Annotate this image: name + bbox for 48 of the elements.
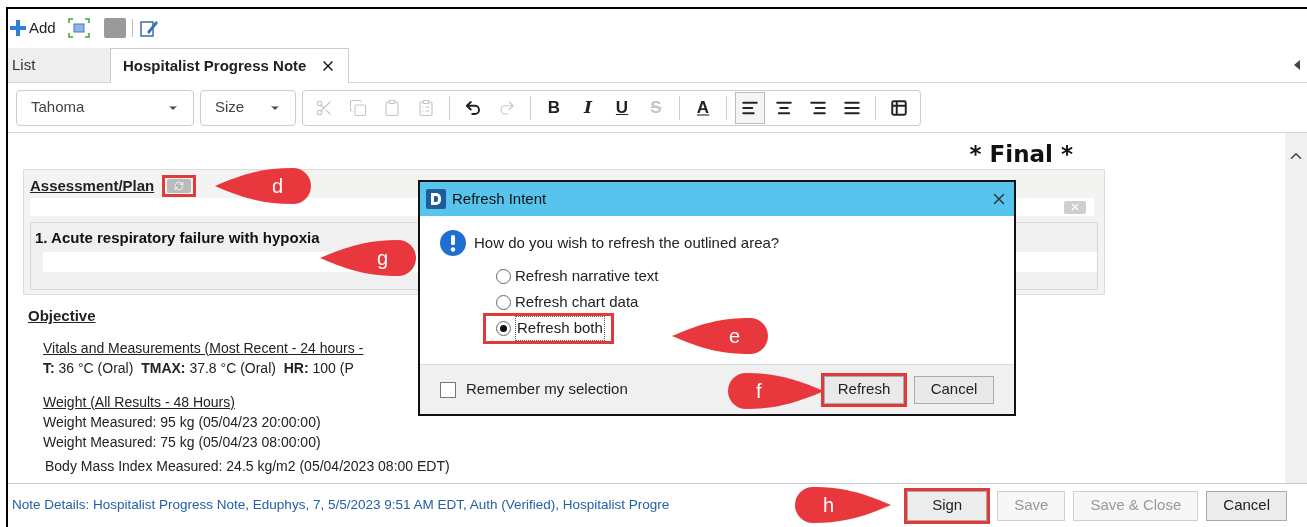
screen-icon[interactable] (67, 18, 90, 38)
callout-marker: h (795, 487, 891, 523)
scrollbar[interactable] (1285, 133, 1307, 483)
callout-marker: d (215, 168, 311, 204)
measurement-line: Weight Measured: 95 kg (05/04/23 20:00:00) (43, 412, 321, 432)
measurement-line: Body Mass Index Measured: 24.5 kg/m2 (05/04/2023 08:00 EDT) (44, 456, 450, 476)
tab[interactable]: List (8, 48, 110, 82)
group-heading: Weight (All Results - 48 Hours) (43, 392, 235, 412)
checkbox-label: Remember my selection (466, 379, 628, 400)
align-left-icon[interactable] (735, 91, 765, 124)
dialog-button[interactable]: Refresh (824, 375, 904, 404)
section-heading: Assessment/Plan (30, 175, 155, 196)
add-button[interactable]: Add (10, 16, 56, 40)
radio-button[interactable] (496, 269, 511, 284)
square-icon[interactable] (103, 18, 126, 38)
plus-icon (10, 20, 26, 36)
callout-marker: f (728, 373, 824, 409)
note-status: * Final * (969, 140, 1073, 169)
callout-marker: e (672, 318, 768, 354)
dialog-title: Refresh Intent (452, 188, 548, 209)
radio-option[interactable]: Refresh narrative text (496, 264, 659, 289)
callout-marker: g (320, 240, 416, 276)
format-button[interactable]: I (573, 91, 603, 124)
format-button[interactable]: A (688, 91, 718, 124)
info-icon (440, 230, 466, 256)
format-button[interactable]: B (539, 91, 569, 124)
dialog-button[interactable]: Cancel (914, 375, 994, 404)
radio-button[interactable] (496, 321, 511, 336)
collapse-arrow-icon[interactable] (1293, 60, 1301, 70)
tab[interactable]: Hospitalist Progress Note (110, 48, 350, 83)
app-logo-icon (426, 189, 446, 209)
cancel-button[interactable]: Cancel (1206, 490, 1287, 521)
font-dropdown[interactable]: Tahoma (16, 89, 194, 126)
radio-option[interactable]: Refresh chart data (496, 290, 639, 315)
format-button[interactable]: U (607, 91, 637, 124)
problem-title: 1. Acute respiratory failure with hypoxia (35, 228, 320, 248)
radio-button[interactable] (496, 295, 511, 310)
note-details: Note Details: Hospitalist Progress Note, Eduphys, 7, 5/5/2023 9:51 AM EDT, Auth (Verified), Hospitalist Progre (12, 496, 670, 515)
refresh-icon[interactable] (162, 175, 197, 197)
size-dropdown[interactable]: Size (200, 89, 296, 126)
measurement-line: T: 36 °C (Oral) TMAX: 37.8 °C (Oral) HR: 100 (P (43, 358, 354, 378)
dialog-question: How do you wish to refresh the outlined area? (474, 232, 780, 253)
measurement-line: Weight Measured: 75 kg (05/04/23 08:00:00) (43, 432, 321, 452)
section-heading: Objective (28, 306, 96, 326)
remember-checkbox[interactable] (440, 381, 456, 398)
edit-document-icon[interactable] (138, 18, 159, 38)
footer-button[interactable]: Sign (907, 490, 988, 521)
group-heading: Vitals and Measurements (Most Recent - 24 hours - (43, 338, 364, 358)
